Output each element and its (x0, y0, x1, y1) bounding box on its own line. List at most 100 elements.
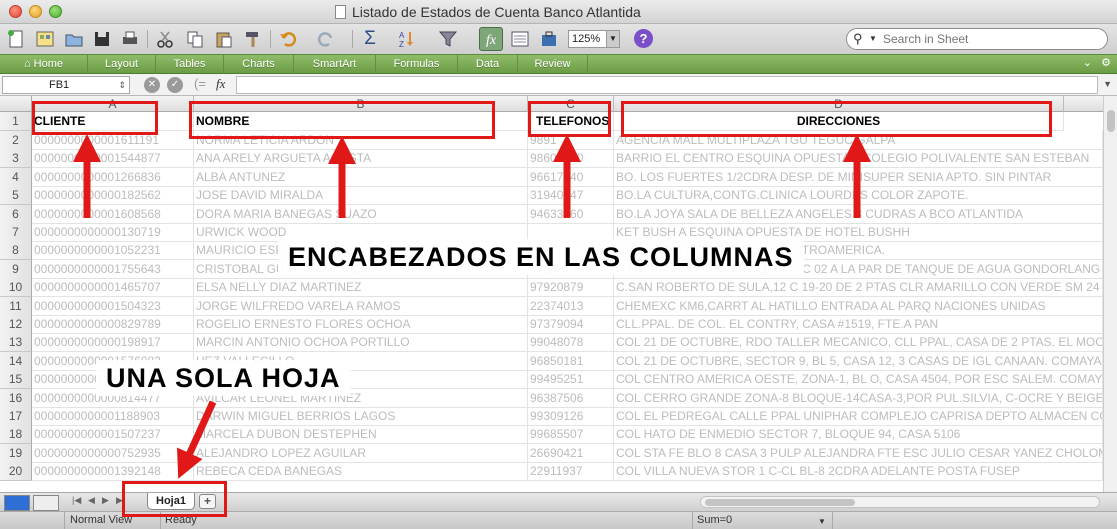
row-header[interactable]: 3 (0, 149, 32, 168)
row-header[interactable]: 11 (0, 297, 32, 316)
table-cell[interactable]: COL CENTRO AMERICA OESTE, ZONA-1, BL O, … (614, 370, 1103, 389)
table-cell[interactable]: 96617840 (528, 168, 614, 187)
table-cell[interactable]: 26690421 (528, 444, 614, 463)
table-cell[interactable]: DARWIN MIGUEL BERRIOS LAGOS (194, 407, 528, 426)
table-cell[interactable]: 99495251 (528, 370, 614, 389)
gear-icon[interactable]: ⚙ (1101, 57, 1111, 69)
table-cell[interactable]: COL CERRO GRANDE ZONA-8 BLOQUE-14CASA-3,… (614, 389, 1103, 408)
table-cell[interactable]: COL EL PEDREGAL CALLE PPAL UNIPHAR COMPL… (614, 407, 1103, 426)
header-cell-direcciones[interactable]: DIRECCIONES (614, 112, 1064, 131)
confirm-formula-icon[interactable]: ✓ (167, 77, 183, 93)
table-cell[interactable]: ELSA NELLY DIAZ MARTINEZ (194, 278, 528, 297)
cut-icon[interactable] (153, 27, 177, 51)
chevron-down-icon[interactable]: ▼ (818, 517, 826, 526)
row-header[interactable]: 7 (0, 223, 32, 242)
table-cell[interactable]: ALEJANDRO LOPEZ AGUILAR (194, 444, 528, 463)
table-cell[interactable]: BO.LA CULTURA,CONTG.CLINICA LOURDES COLO… (614, 186, 1103, 205)
first-sheet-icon[interactable]: |◀ (72, 495, 81, 506)
name-box[interactable]: FB1 ⇕ (2, 76, 130, 94)
row-header[interactable]: 4 (0, 168, 32, 187)
paste-icon[interactable] (212, 27, 236, 51)
tab-data[interactable]: Data (458, 55, 518, 74)
table-cell[interactable]: C.SAN ROBERTO DE SULA,12 C 19-20 DE 2 PT… (614, 278, 1103, 297)
tab-tables[interactable]: Tables (156, 55, 224, 74)
table-cell[interactable]: CLL.PPAL. DE COL. EL CONTRY, CASA #1519,… (614, 315, 1103, 334)
sort-icon[interactable]: AZ (395, 27, 419, 51)
collapse-ribbon-icon[interactable]: ⌄ (1083, 57, 1092, 69)
table-cell[interactable]: 98608460 (528, 149, 614, 168)
row-header[interactable]: 8 (0, 241, 32, 260)
undo-icon[interactable] (276, 27, 300, 51)
normal-view-button[interactable] (4, 495, 30, 511)
table-cell[interactable]: COL HATO DE ENMEDIO SECTOR 7, BLOQUE 94,… (614, 425, 1103, 444)
table-cell[interactable]: 96387506 (528, 389, 614, 408)
autosum-icon[interactable]: Σ (358, 27, 382, 51)
last-sheet-icon[interactable]: ▶| (116, 495, 125, 506)
table-cell[interactable]: JOSE DAVID MIRALDA (194, 186, 528, 205)
header-cell-nombre[interactable]: NOMBRE (194, 112, 528, 131)
table-cell[interactable]: 97920879 (528, 278, 614, 297)
row-header[interactable]: 9 (0, 260, 32, 279)
new-workbook-icon[interactable] (4, 27, 28, 51)
tab-home[interactable]: ⌂ Home (0, 55, 88, 74)
table-cell[interactable]: COL STA FE BLO 8 CASA 3 PULP ALEJANDRA F… (614, 444, 1103, 463)
templates-icon[interactable] (33, 27, 57, 51)
close-window-button[interactable] (9, 5, 22, 18)
table-cell[interactable]: 0000000000001544877 (32, 149, 194, 168)
column-header-c[interactable]: C (528, 96, 614, 112)
table-cell[interactable]: 0000000000000182562 (32, 186, 194, 205)
spreadsheet-grid[interactable]: A B C D 1 CLIENTE NOMBRE TELEFONOS DIREC… (0, 96, 1103, 492)
help-icon[interactable]: ? (634, 29, 653, 48)
table-cell[interactable]: CHEMEXC KM6,CARRT AL HATILLO ENTRADA AL … (614, 297, 1103, 316)
horizontal-scrollbar[interactable] (700, 496, 1100, 508)
table-cell[interactable]: 99048078 (528, 333, 614, 352)
row-header[interactable]: 16 (0, 389, 32, 408)
prev-sheet-icon[interactable]: ◀ (88, 495, 95, 506)
row-header[interactable]: 12 (0, 315, 32, 334)
table-cell[interactable]: 94633060 (528, 205, 614, 224)
table-cell[interactable]: BARRIO EL CENTRO ESQUINA OPUESTA A COLEG… (614, 149, 1103, 168)
row-header[interactable]: 14 (0, 352, 32, 371)
chevron-down-icon[interactable]: ▼ (1103, 79, 1112, 89)
row-header[interactable]: 2 (0, 131, 32, 150)
table-cell[interactable]: 22911937 (528, 462, 614, 481)
zoom-window-button[interactable] (49, 5, 62, 18)
table-cell[interactable]: 22374013 (528, 297, 614, 316)
table-cell[interactable]: 0000000000001188903 (32, 407, 194, 426)
table-cell[interactable]: 99309126 (528, 407, 614, 426)
cancel-formula-icon[interactable]: ✕ (144, 77, 160, 93)
page-layout-view-button[interactable] (33, 495, 59, 511)
row-header[interactable]: 17 (0, 407, 32, 426)
formula-input[interactable] (236, 76, 1098, 94)
row-header[interactable]: 5 (0, 186, 32, 205)
table-cell[interactable]: 0000000000001266836 (32, 168, 194, 187)
print-icon[interactable] (118, 27, 142, 51)
table-cell[interactable]: REBECA CEDA BANEGAS (194, 462, 528, 481)
table-cell[interactable]: MARCELA DUBON DESTEPHEN (194, 425, 528, 444)
table-cell[interactable]: AGENCIA MALL MULTIPLAZA TGU TEGUCIGALPA (614, 131, 1103, 150)
tab-review[interactable]: Review (518, 55, 588, 74)
table-cell[interactable]: 0000000000001611191 (32, 131, 194, 150)
row-header[interactable]: 20 (0, 462, 32, 481)
table-cell[interactable]: JORGE WILFREDO VARELA RAMOS (194, 297, 528, 316)
tab-layout[interactable]: Layout (88, 55, 156, 74)
row-header[interactable]: 18 (0, 425, 32, 444)
table-cell[interactable]: 96850181 (528, 352, 614, 371)
table-cell[interactable]: 0000000000000829789 (32, 315, 194, 334)
add-sheet-button[interactable]: + (199, 494, 216, 509)
filter-icon[interactable] (436, 27, 460, 51)
table-cell[interactable]: MARCIN ANTONIO OCHOA PORTILLO (194, 333, 528, 352)
function-icon[interactable]: fx (479, 27, 503, 51)
table-cell[interactable]: 0000000000001755643 (32, 260, 194, 279)
scroll-thumb[interactable] (1107, 110, 1115, 132)
table-cell[interactable]: ANA ARELY ARGUETA ACOSTA (194, 149, 528, 168)
row-header[interactable]: 6 (0, 205, 32, 224)
tab-charts[interactable]: Charts (224, 55, 294, 74)
column-header-d[interactable]: D (614, 96, 1064, 112)
table-cell[interactable]: 97379094 (528, 315, 614, 334)
table-cell[interactable]: 0000000000001507237 (32, 425, 194, 444)
table-cell[interactable]: 9891 (528, 131, 614, 150)
table-cell[interactable]: ALBA ANTUNEZ (194, 168, 528, 187)
save-icon[interactable] (90, 27, 114, 51)
table-cell[interactable]: 0000000000001052231 (32, 241, 194, 260)
